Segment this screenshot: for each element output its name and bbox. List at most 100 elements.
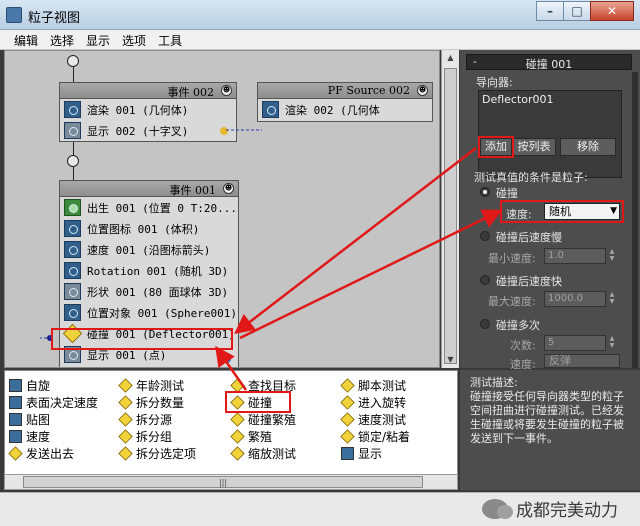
event-002-output-dot[interactable]	[220, 127, 228, 135]
depot-go-to-rotation[interactable]: 进入旋转	[340, 394, 406, 410]
depot-speed-test[interactable]: 速度测试	[340, 411, 406, 427]
operator-render-002[interactable]: 渲染 002 (几何体	[258, 99, 432, 120]
operator-render-001[interactable]: 渲染 001 (几何体)	[60, 99, 236, 120]
collide-radio[interactable]	[480, 187, 490, 197]
depot-split-amount[interactable]: 拆分数量	[118, 394, 184, 410]
parameters-panel: - 碰撞 001 导向器: Deflector001 添加 按列表 移除 测试真…	[460, 50, 640, 371]
depot-display[interactable]: 显示	[341, 445, 382, 461]
maximize-button[interactable]: □	[563, 1, 591, 21]
render-icon	[262, 101, 279, 118]
depot-scale-test[interactable]: 缩放测试	[230, 445, 296, 461]
depot-split-group[interactable]: 拆分组	[118, 428, 172, 444]
spinner-arrows-icon[interactable]: ▲ ▼	[607, 291, 617, 307]
title-bar: 粒子视图 – □ ✕	[0, 0, 640, 30]
collision-spawn-icon	[230, 411, 245, 427]
menu-display[interactable]: 显示	[80, 30, 116, 49]
speed-row-highlight	[500, 200, 624, 223]
pf-source-002-header[interactable]: PF Source 002 ☻	[258, 83, 432, 99]
fast-after-collision-radio[interactable]	[480, 275, 490, 285]
window-controls: – □ ✕	[536, 1, 634, 21]
spinner-arrows-icon[interactable]: ▲ ▼	[607, 335, 617, 351]
depot-collision-spawn[interactable]: 碰撞繁殖	[230, 411, 296, 427]
slow-after-collision-label: 碰撞后速度慢	[496, 231, 562, 244]
minimize-button[interactable]: –	[536, 1, 564, 21]
description-panel: 测试描述: 碰撞接受任何导向器类型的粒子空间扭曲进行碰撞测试。已经发生碰撞或将要…	[460, 370, 640, 490]
panel-scrollbar[interactable]	[632, 72, 638, 368]
speed2-dropdown[interactable]: 反弹	[544, 354, 620, 368]
event-002-header[interactable]: 事件 002 ☻	[60, 83, 236, 99]
operator-depot: 自旋 表面决定速度 贴图 速度 发送出去 年龄测试 拆分数量 拆分源 拆分组 拆…	[4, 370, 458, 482]
menu-tools[interactable]: 工具	[152, 30, 188, 49]
fast-after-collision-label: 碰撞后速度快	[496, 275, 562, 288]
pf-source-002-title: PF Source 002	[327, 84, 410, 97]
close-button[interactable]: ✕	[590, 1, 634, 21]
depot-lock-bond[interactable]: 锁定/粘着	[340, 428, 410, 444]
depot-spawn[interactable]: 繁殖	[230, 428, 272, 444]
menu-edit[interactable]: 编辑	[8, 30, 44, 49]
map-icon	[9, 412, 22, 426]
depot-script-test[interactable]: 脚本测试	[340, 377, 406, 393]
deflector-list-item[interactable]: Deflector001	[482, 93, 618, 106]
collision-rollout-header[interactable]: - 碰撞 001	[466, 54, 632, 71]
scale-test-icon	[230, 445, 245, 461]
depot-speed-by-surface[interactable]: 表面决定速度	[9, 394, 98, 410]
particle-view-canvas[interactable]: 事件 002 ☻ 渲染 001 (几何体) 显示 002 (十字叉) PF So…	[4, 50, 440, 368]
depot-speed[interactable]: 速度	[9, 428, 50, 444]
canvas-vertical-scrollbar[interactable]: ▲ ▼	[441, 50, 459, 368]
menu-bar: 编辑 选择 显示 选项 工具	[0, 30, 640, 50]
collide-multiple-radio[interactable]	[480, 319, 490, 329]
depot-collision-highlight	[225, 391, 291, 413]
remove-button[interactable]: 移除	[560, 138, 616, 156]
operator-shape-001[interactable]: 形状 001 (80 面球体 3D)	[60, 281, 238, 302]
depot-horizontal-scrollbar[interactable]: |||	[4, 474, 458, 490]
speed-icon	[64, 241, 81, 258]
max-speed-spinner[interactable]: 1000.0 ▲ ▼	[544, 291, 614, 307]
depot-split-source[interactable]: 拆分源	[118, 411, 172, 427]
event-001-header[interactable]: 事件 001 ☻	[60, 181, 238, 197]
spin-icon	[9, 378, 22, 392]
split-amount-icon	[118, 394, 133, 410]
deflector-list[interactable]: Deflector001	[478, 90, 622, 178]
go-to-rotation-icon	[340, 394, 355, 410]
times-spinner[interactable]: 5 ▲ ▼	[544, 335, 614, 351]
depot-map[interactable]: 贴图	[9, 411, 50, 427]
description-body: 碰撞接受任何导向器类型的粒子空间扭曲进行碰撞测试。已经发生碰撞或将要发生碰撞的粒…	[470, 390, 624, 445]
operator-rotation-001[interactable]: Rotation 001 (随机 3D)	[60, 260, 238, 281]
split-group-icon	[118, 428, 133, 444]
operator-birth-001[interactable]: 出生 001 (位置 0 T:20...	[60, 197, 238, 218]
event-002-input-port[interactable]	[67, 55, 79, 67]
position-icon	[64, 220, 81, 237]
slow-after-collision-radio[interactable]	[480, 231, 490, 241]
speed-by-surface-icon	[9, 395, 22, 409]
shape-icon	[64, 283, 81, 300]
depot-spin[interactable]: 自旋	[9, 377, 50, 393]
scroll-thumb[interactable]: |||	[23, 476, 423, 488]
description-title: 测试描述:	[470, 376, 518, 389]
render-icon	[64, 101, 81, 118]
scroll-thumb[interactable]	[444, 68, 457, 364]
birth-icon	[64, 199, 81, 216]
collide-label: 碰撞	[496, 187, 518, 200]
operator-position-object-001[interactable]: 位置对象 001 (Sphere001)	[60, 302, 238, 323]
skull-icon: ☻	[223, 183, 234, 194]
depot-age-test[interactable]: 年龄测试	[118, 377, 184, 393]
spinner-arrows-icon[interactable]: ▲ ▼	[607, 248, 617, 264]
position-object-icon	[64, 304, 81, 321]
menu-select[interactable]: 选择	[44, 30, 80, 49]
display-icon	[341, 446, 354, 460]
operator-display-002[interactable]: 显示 002 (十字叉)	[60, 120, 236, 141]
menu-options[interactable]: 选项	[116, 30, 152, 49]
depot-send-out[interactable]: 发送出去	[8, 445, 74, 461]
min-speed-spinner[interactable]: 1.0 ▲ ▼	[544, 248, 614, 264]
event-001-input-port[interactable]	[67, 155, 79, 167]
display-icon	[64, 122, 81, 139]
operator-position-icon-001[interactable]: 位置图标 001 (体积)	[60, 218, 238, 239]
skull-icon: ☻	[221, 85, 232, 96]
send-out-icon	[8, 445, 23, 461]
event-001-title: 事件 001	[169, 184, 217, 197]
event-002-node[interactable]: 事件 002 ☻ 渲染 001 (几何体) 显示 002 (十字叉)	[59, 82, 237, 142]
by-list-button[interactable]: 按列表	[512, 138, 556, 156]
pf-source-002-node[interactable]: PF Source 002 ☻ 渲染 002 (几何体	[257, 82, 433, 122]
operator-speed-001[interactable]: 速度 001 (沿图标箭头)	[60, 239, 238, 260]
depot-split-selected[interactable]: 拆分选定项	[118, 445, 196, 461]
